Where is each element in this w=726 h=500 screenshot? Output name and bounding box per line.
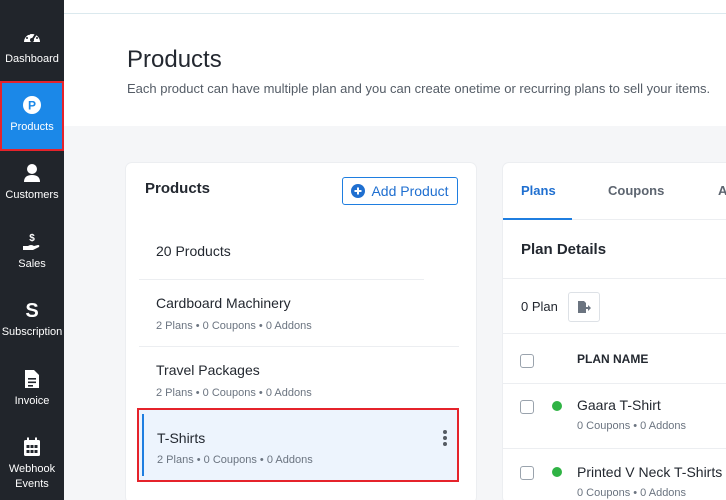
user-icon [21,162,43,184]
tab-addons[interactable]: A [718,183,726,198]
top-bar [64,0,726,14]
plan-count: 0 Plan [521,299,558,314]
product-meta: 2 Plans • 0 Coupons • 0 Addons [157,454,313,466]
svg-text:P: P [28,99,36,113]
tab-coupons[interactable]: Coupons [608,183,664,198]
products-panel: Products Add Product 20 Products Cardboa… [126,163,476,500]
export-icon [577,300,591,314]
select-all-checkbox[interactable] [520,354,534,368]
add-product-button[interactable]: Add Product [342,177,458,205]
divider [139,346,459,347]
plus-circle-icon [351,184,366,198]
sidebar-item-label: Customers [5,189,59,201]
svg-text:$: $ [29,233,35,244]
sidebar-item-subscription[interactable]: S Subscription [0,299,64,340]
divider [503,448,726,449]
sidebar-item-products[interactable]: P Products [0,81,64,151]
column-header-plan-name: PLAN NAME [577,352,649,366]
plan-row-checkbox[interactable] [520,400,534,414]
page-subtitle: Each product can have multiple plan and … [127,81,711,96]
product-p-icon: P [21,94,43,116]
page-header: Products Each product can have multiple … [64,14,726,126]
sidebar-item-dashboard[interactable]: Dashboard [0,26,64,67]
divider [503,278,726,279]
document-icon [21,368,43,390]
product-name: Cardboard Machinery [156,295,291,311]
plan-name[interactable]: Gaara T-Shirt [577,397,661,413]
more-options-icon[interactable] [442,430,448,446]
status-dot [552,467,562,477]
export-button[interactable] [568,292,600,322]
calendar-icon [21,436,43,458]
product-item-cardboard-machinery[interactable]: Cardboard Machinery 2 Plans • 0 Coupons … [139,285,459,347]
product-item-t-shirts[interactable]: T-Shirts 2 Plans • 0 Coupons • 0 Addons [137,408,459,482]
sidebar-item-label: Webhook [8,463,56,475]
product-item-travel-packages[interactable]: Travel Packages 2 Plans • 0 Coupons • 0 … [139,352,459,414]
product-name: Travel Packages [156,362,260,378]
sidebar-item-label: Dashboard [5,53,59,65]
plan-meta: 0 Coupons • 0 Addons [577,420,687,432]
plan-details-title: Plan Details [521,241,607,258]
plan-meta: 0 Coupons • 0 Addons [577,487,687,499]
add-product-label: Add Product [371,183,449,199]
hand-dollar-icon: $ [21,231,43,253]
subscription-s-icon: S [21,299,43,321]
active-tab-indicator [503,218,572,220]
sidebar-item-sales[interactable]: $ Sales [0,231,64,272]
page-title: Products [127,46,222,73]
sidebar-item-webhook-events[interactable]: Webhook Events [0,436,64,492]
tab-plans[interactable]: Plans [521,183,556,198]
product-meta: 2 Plans • 0 Coupons • 0 Addons [156,320,312,332]
product-name: T-Shirts [157,430,206,446]
sidebar: Dashboard P Products Customers $ Sales S… [0,0,64,500]
sidebar-item-label: Products [10,121,54,133]
divider [503,333,726,334]
product-meta: 2 Plans • 0 Coupons • 0 Addons [156,387,312,399]
plan-details-panel: Plans Coupons A Plan Details 0 Plan PLAN… [503,163,726,500]
divider [139,279,424,280]
svg-text:S: S [25,300,38,320]
sidebar-item-label-line2: Events [15,478,49,490]
sidebar-item-label: Subscription [1,326,63,338]
sidebar-item-customers[interactable]: Customers [0,162,64,203]
sidebar-item-label: Invoice [14,395,50,407]
product-count: 20 Products [156,243,231,259]
products-panel-title: Products [145,180,211,197]
divider [503,383,726,384]
status-dot [552,401,562,411]
gauge-icon [21,26,43,48]
sidebar-item-invoice[interactable]: Invoice [0,368,64,409]
plan-name[interactable]: Printed V Neck T-Shirts [577,464,722,480]
sidebar-item-label: Sales [18,258,46,270]
plan-row-checkbox[interactable] [520,466,534,480]
